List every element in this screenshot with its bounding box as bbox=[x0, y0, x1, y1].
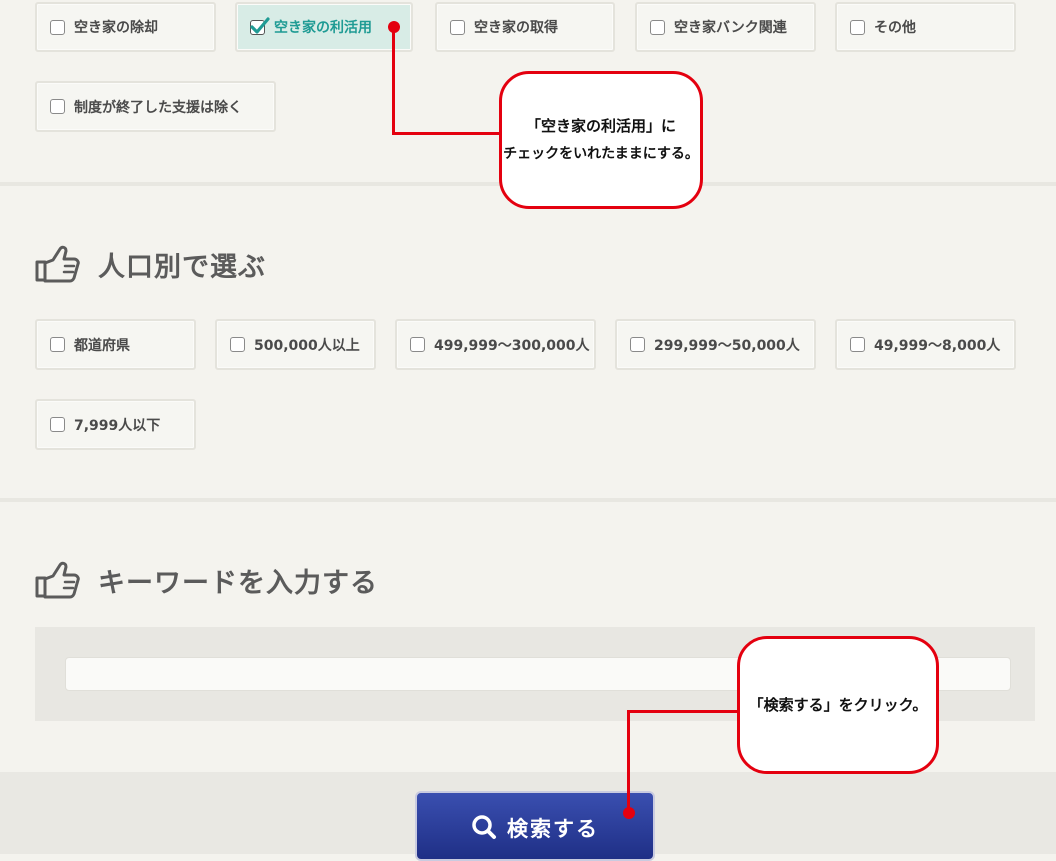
checkbox-akiya-rikatsuyou[interactable]: 空き家の利活用 bbox=[235, 2, 413, 52]
checkbox-icon bbox=[50, 417, 65, 432]
keyword-heading-text: キーワードを入力する bbox=[98, 567, 378, 599]
checkbox-label: 都道府県 bbox=[74, 337, 130, 354]
checkbox-pop-under-7999[interactable]: 7,999人以下 bbox=[35, 399, 196, 450]
checkbox-akiya-shutoku[interactable]: 空き家の取得 bbox=[435, 2, 615, 52]
annotation-connector bbox=[627, 710, 739, 713]
checkbox-todofuken[interactable]: 都道府県 bbox=[35, 319, 196, 370]
checkbox-label: 7,999人以下 bbox=[74, 417, 161, 434]
checkbox-label: 制度が終了した支援は除く bbox=[74, 99, 242, 116]
checkbox-icon bbox=[50, 19, 65, 35]
population-heading-text: 人口別で選ぶ bbox=[98, 251, 266, 283]
keyword-heading: キーワードを入力する bbox=[34, 560, 378, 600]
annotation-text: 「空き家の利活用」に bbox=[525, 117, 676, 136]
checkbox-icon bbox=[850, 19, 865, 35]
checkbox-icon bbox=[230, 337, 245, 352]
annotation-callout-search: 「検索する」をクリック。 bbox=[737, 636, 939, 774]
checkbox-pop-300000-499999[interactable]: 499,999～300,000人 bbox=[395, 319, 596, 370]
annotation-connector bbox=[392, 132, 501, 135]
annotation-text: チェックをいれたままにする。 bbox=[503, 145, 699, 162]
checkbox-label: その他 bbox=[874, 20, 916, 36]
thumbs-up-icon bbox=[35, 245, 80, 283]
checkbox-label: 空き家の取得 bbox=[474, 20, 558, 36]
checkbox-icon bbox=[850, 337, 865, 352]
annotation-text: 「検索する」をクリック。 bbox=[748, 695, 928, 714]
checkbox-checked-icon bbox=[250, 16, 270, 35]
checkbox-icon bbox=[50, 337, 65, 352]
checkbox-pop-8000-49999[interactable]: 49,999～8,000人 bbox=[835, 319, 1016, 370]
search-button-label: 検索する bbox=[507, 817, 599, 841]
checkbox-label: 500,000人以上 bbox=[254, 337, 360, 354]
checkbox-exclude-ended[interactable]: 制度が終了した支援は除く bbox=[35, 81, 276, 132]
population-heading: 人口別で選ぶ bbox=[34, 244, 266, 284]
checkbox-akiya-bank[interactable]: 空き家バンク関連 bbox=[635, 2, 816, 52]
checkbox-akiya-jokyaku[interactable]: 空き家の除却 bbox=[35, 2, 216, 52]
checkbox-sonota[interactable]: その他 bbox=[835, 2, 1016, 52]
checkbox-pop-50000-299999[interactable]: 299,999～50,000人 bbox=[615, 319, 816, 370]
checkbox-icon bbox=[630, 337, 645, 352]
section-divider bbox=[0, 498, 1056, 502]
annotation-dot bbox=[623, 807, 635, 819]
thumbs-up-icon bbox=[35, 561, 80, 599]
checkbox-icon bbox=[450, 19, 465, 35]
annotation-callout-checkbox: 「空き家の利活用」に チェックをいれたままにする。 bbox=[499, 71, 703, 209]
checkbox-label: 299,999～50,000人 bbox=[654, 337, 800, 354]
annotation-connector bbox=[392, 27, 395, 134]
checkbox-pop-500000-plus[interactable]: 500,000人以上 bbox=[215, 319, 376, 370]
search-icon bbox=[472, 815, 496, 839]
checkbox-label: 49,999～8,000人 bbox=[874, 337, 1001, 354]
checkbox-icon bbox=[410, 337, 425, 352]
checkbox-label: 空き家の利活用 bbox=[274, 20, 372, 36]
search-button[interactable]: 検索する bbox=[415, 791, 655, 861]
checkbox-label: 空き家バンク関連 bbox=[674, 20, 787, 36]
checkbox-icon bbox=[650, 19, 665, 35]
annotation-connector bbox=[627, 710, 630, 814]
checkbox-icon bbox=[50, 99, 65, 114]
checkbox-label: 499,999～300,000人 bbox=[434, 337, 590, 354]
checkbox-label: 空き家の除却 bbox=[74, 20, 158, 36]
